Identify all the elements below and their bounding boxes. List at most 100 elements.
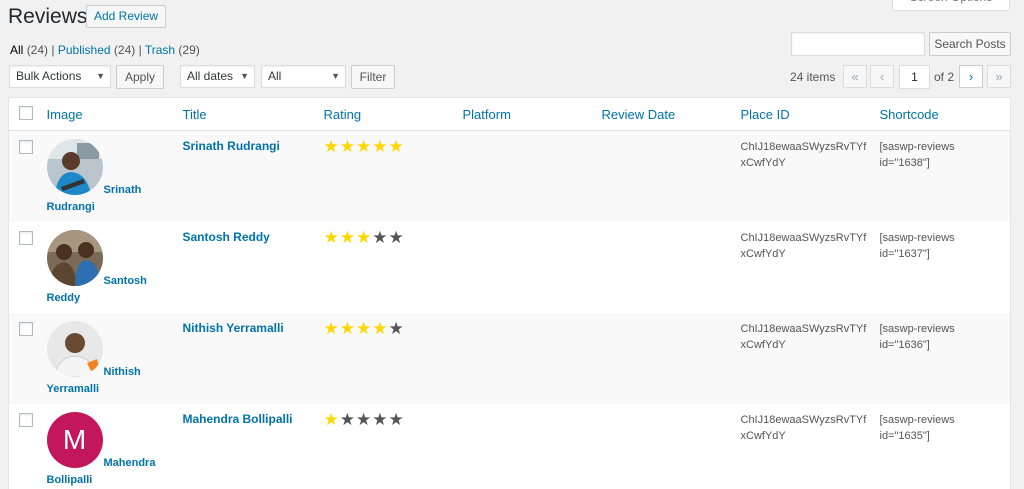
filter-published-label: Published (57, 43, 111, 57)
star-empty-icon: ★ (372, 228, 389, 247)
add-review-button[interactable]: Add Review (86, 5, 167, 28)
bulk-actions-select[interactable]: Bulk Actions ▼ (9, 65, 111, 88)
star-filled-icon: ★ (356, 137, 373, 156)
star-rating: ★★★★★ (324, 404, 463, 430)
review-title-link[interactable]: Mahendra Bollipalli (183, 404, 324, 426)
star-empty-icon: ★ (356, 410, 373, 429)
reviewer-last-name: Reddy (46, 292, 81, 304)
column-review-date[interactable]: Review Date (601, 97, 741, 131)
search-posts-button[interactable]: Search Posts (929, 32, 1011, 56)
platform-cell (463, 313, 602, 404)
shortcode-line: [saswp-reviews (879, 414, 955, 426)
separator: | (51, 43, 55, 57)
image-cell: M Mahendra Bollipalli (46, 404, 183, 489)
category-filter-select[interactable]: All ▼ (261, 65, 346, 88)
place-id-cell: ChIJ18ewaaSWyzsRvTYf xCwfYdY (741, 131, 880, 223)
table-row: Nithish Yerramalli Nithish Yerramalli ★★… (8, 313, 1011, 404)
dropdown-arrow-icon: ▼ (240, 71, 249, 81)
person-photo-icon (46, 321, 103, 377)
review-title-link[interactable]: Srinath Rudrangi (183, 131, 324, 153)
column-image[interactable]: Image (46, 97, 183, 131)
reviewer-first-name: Srinath (103, 184, 142, 196)
shortcode-line: id="1635"] (879, 430, 930, 442)
dropdown-arrow-icon: ▼ (331, 71, 340, 81)
filter-all-link[interactable]: All (24) (10, 43, 48, 57)
star-filled-icon: ★ (356, 319, 373, 338)
column-rating[interactable]: Rating (323, 97, 463, 131)
star-filled-icon: ★ (323, 410, 340, 429)
star-filled-icon: ★ (356, 228, 373, 247)
filter-published-link[interactable]: Published (24) (58, 43, 135, 57)
place-id-line: ChIJ18ewaaSWyzsRvTYf (740, 414, 867, 426)
review-date-cell (602, 222, 741, 313)
last-page-button[interactable]: » (987, 65, 1011, 88)
star-filled-icon: ★ (323, 137, 340, 156)
platform-cell (463, 404, 602, 489)
image-cell: Srinath Rudrangi (46, 131, 183, 223)
date-filter-select[interactable]: All dates ▼ (180, 65, 255, 88)
prev-page-button[interactable]: ‹ (870, 65, 894, 88)
star-filled-icon: ★ (372, 319, 389, 338)
next-page-button[interactable]: › (959, 65, 983, 88)
place-id-line: xCwfYdY (740, 157, 786, 169)
review-title-link[interactable]: Santosh Reddy (183, 222, 324, 244)
row-checkbox[interactable] (19, 231, 33, 245)
filter-trash-link[interactable]: Trash (29) (145, 43, 200, 57)
current-page-input[interactable]: 1 (899, 65, 930, 89)
place-id-line: xCwfYdY (740, 248, 786, 260)
place-id-cell: ChIJ18ewaaSWyzsRvTYf xCwfYdY (741, 222, 880, 313)
row-checkbox[interactable] (19, 413, 33, 427)
reviewer-first-name: Santosh (103, 275, 147, 287)
place-id-line: xCwfYdY (740, 430, 786, 442)
star-filled-icon: ★ (339, 137, 356, 156)
review-title-link[interactable]: Nithish Yerramalli (183, 313, 324, 335)
column-platform[interactable]: Platform (462, 97, 602, 131)
filter-published-count: (24) (113, 43, 136, 57)
shortcode-line: [saswp-reviews (879, 232, 955, 244)
screen-options-tab[interactable]: Screen Options (892, 0, 1010, 11)
apply-button[interactable]: Apply (116, 65, 164, 89)
shortcode-cell: [saswp-reviews id="1638"] (880, 131, 1011, 223)
rating-cell: ★★★★★ (324, 222, 463, 313)
place-id-line: ChIJ18ewaaSWyzsRvTYf (740, 232, 867, 244)
reviewer-last-name: Yerramalli (46, 383, 100, 395)
column-place-id[interactable]: Place ID (740, 97, 880, 131)
separator: | (138, 43, 142, 57)
select-all-checkbox[interactable] (19, 105, 33, 120)
row-checkbox[interactable] (19, 322, 33, 336)
filter-trash-label: Trash (144, 43, 176, 57)
column-shortcode[interactable]: Shortcode (879, 97, 1011, 131)
star-filled-icon: ★ (388, 137, 405, 156)
person-photo-icon (46, 139, 103, 195)
filter-button[interactable]: Filter (351, 65, 395, 89)
items-count: 24 items (790, 70, 836, 84)
star-filled-icon: ★ (339, 319, 356, 338)
search-input[interactable] (791, 32, 925, 56)
page-title: Reviews (8, 5, 88, 28)
platform-cell (463, 131, 602, 223)
shortcode-line: id="1638"] (879, 157, 930, 169)
star-filled-icon: ★ (372, 137, 389, 156)
star-filled-icon: ★ (339, 228, 356, 247)
star-empty-icon: ★ (388, 319, 405, 338)
star-rating: ★★★★★ (324, 313, 463, 339)
person-photo-icon (46, 230, 103, 286)
row-checkbox-cell (9, 131, 47, 223)
star-filled-icon: ★ (323, 228, 340, 247)
column-title[interactable]: Title (182, 97, 324, 131)
rating-cell: ★★★★★ (324, 404, 463, 489)
first-page-button[interactable]: « (843, 65, 867, 88)
star-rating: ★★★★★ (324, 131, 463, 157)
rating-cell: ★★★★★ (324, 313, 463, 404)
reviewer-last-name: Bollipalli (46, 474, 93, 486)
status-filter-links: All (24) | Published (24) | Trash (29) (10, 43, 200, 57)
title-cell: Mahendra Bollipalli (183, 404, 324, 489)
place-id-cell: ChIJ18ewaaSWyzsRvTYf xCwfYdY (741, 404, 880, 489)
shortcode-line: id="1637"] (879, 248, 930, 260)
place-id-line: ChIJ18ewaaSWyzsRvTYf (740, 323, 867, 335)
row-checkbox-cell (9, 404, 47, 489)
select-all-cell (8, 97, 47, 131)
reviewer-first-name: Nithish (103, 366, 141, 378)
review-date-cell (602, 131, 741, 223)
row-checkbox[interactable] (19, 140, 33, 154)
